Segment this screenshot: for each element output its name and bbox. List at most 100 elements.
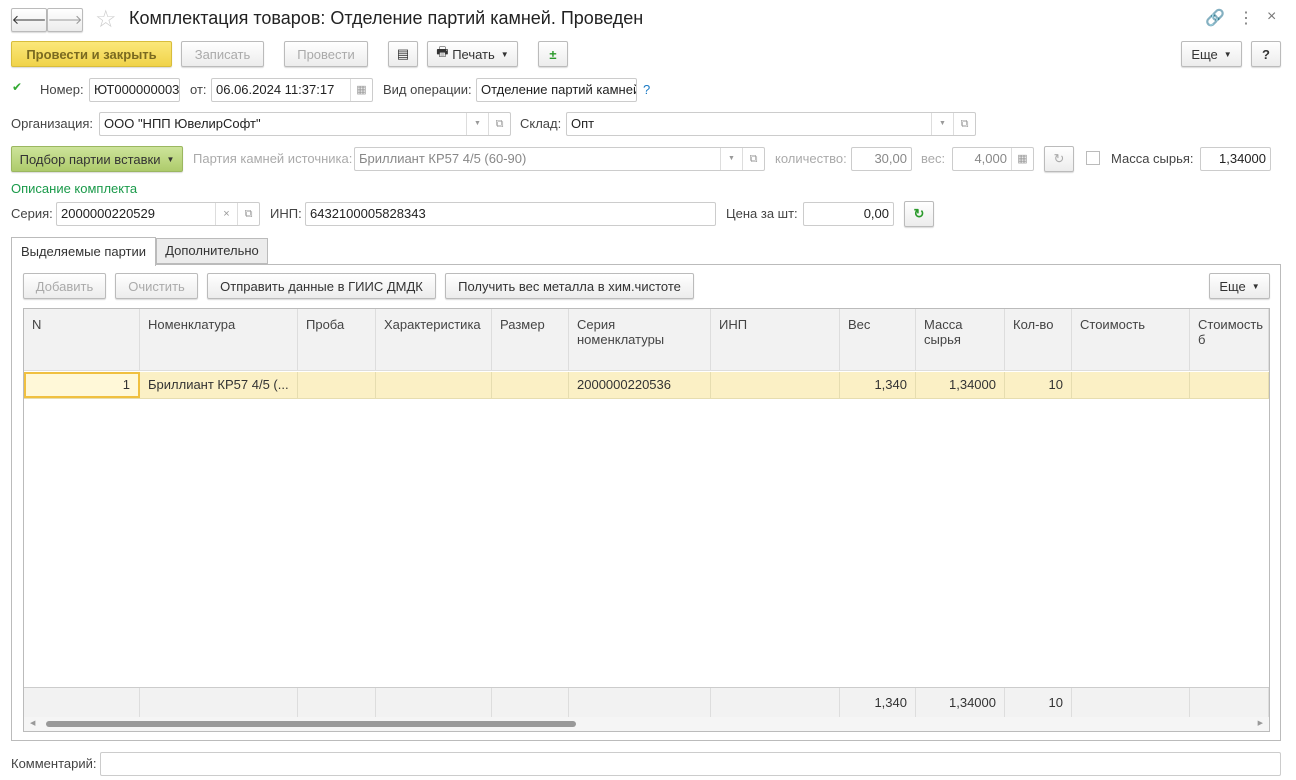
write-button[interactable]: Записать	[181, 41, 264, 67]
post-close-button[interactable]: Провести и закрыть	[11, 41, 172, 67]
cell-characteristic[interactable]	[376, 372, 492, 398]
operation-help-link[interactable]: ?	[643, 78, 650, 102]
get-metal-weight-button[interactable]: Получить вес металла в хим.чистоте	[445, 273, 694, 299]
cell-size[interactable]	[492, 372, 569, 398]
cell-nomenclature[interactable]: Бриллиант КР57 4/5 (...	[140, 372, 298, 398]
series-field[interactable]: 2000000220529 × ⧉	[56, 202, 260, 226]
column-header-n[interactable]: N	[24, 309, 140, 370]
back-button[interactable]: 🡐	[11, 8, 47, 32]
cell-cost[interactable]	[1072, 372, 1190, 398]
calendar-icon[interactable]: ▦	[350, 79, 372, 101]
dropdown-arrow-icon: ▼	[1251, 281, 1260, 291]
help-button[interactable]: ?	[1251, 41, 1281, 67]
date-field[interactable]: 06.06.2024 11:37:17 ▦	[211, 78, 373, 102]
open-icon[interactable]: ⧉	[237, 203, 259, 225]
clear-icon[interactable]: ×	[215, 203, 237, 225]
raw-mass-checkbox[interactable]	[1086, 151, 1100, 165]
more-button[interactable]: Еще ▼	[1181, 41, 1242, 67]
tab-allocated-batches[interactable]: Выделяемые партии	[11, 237, 156, 266]
posted-status-icon: ✔	[12, 80, 23, 94]
clear-button[interactable]: Очистить	[115, 273, 198, 299]
pick-batch-button[interactable]: Подбор партии вставки ▼	[11, 146, 183, 172]
dropdown-arrow-icon[interactable]: ▼	[466, 113, 488, 135]
dropdown-arrow-icon[interactable]: ▼	[931, 113, 953, 135]
table-row[interactable]: 1 Бриллиант КР57 4/5 (... 2000000220536 1,3…	[24, 372, 1269, 399]
weight-field[interactable]: 4,000 ▦	[952, 147, 1034, 171]
cell-n[interactable]: 1	[24, 372, 140, 398]
total-weight: 1,340	[840, 688, 916, 717]
total-quantity: 10	[1005, 688, 1072, 717]
forward-button[interactable]: 🡒	[47, 8, 83, 32]
raw-mass-field[interactable]: 1,34000	[1200, 147, 1271, 171]
print-button[interactable]: 🖶 Печать ▼	[427, 41, 518, 67]
total-n	[24, 688, 140, 717]
kit-section-title: Описание комплекта	[11, 181, 138, 196]
source-batch-field[interactable]: Бриллиант КР57 4/5 (60-90) ▼ ⧉	[354, 147, 765, 171]
column-header-nomenclature[interactable]: Номенклатура	[140, 309, 298, 370]
cell-proba[interactable]	[298, 372, 376, 398]
post-button[interactable]: Провести	[284, 41, 368, 67]
window-title: Комплектация товаров: Отделение партий к…	[129, 8, 644, 28]
cell-inp[interactable]	[711, 372, 840, 398]
structure-icon[interactable]: ±	[538, 41, 568, 67]
cell-cost-b[interactable]	[1190, 372, 1269, 398]
warehouse-field[interactable]: Опт ▼ ⧉	[566, 112, 976, 136]
cell-series[interactable]: 2000000220536	[569, 372, 711, 398]
calculator-icon[interactable]: ▦	[1011, 148, 1033, 170]
date-label: от:	[190, 82, 207, 97]
refresh-price-button[interactable]: ↻	[904, 201, 934, 227]
link-icon[interactable]: 🔗	[1205, 8, 1225, 28]
quantity-label: количество:	[775, 151, 847, 166]
column-header-inp[interactable]: ИНП	[711, 309, 840, 370]
organization-label: Организация:	[11, 116, 94, 131]
quantity-field[interactable]: 30,00	[851, 147, 912, 171]
refresh-button[interactable]: ↻	[1044, 146, 1074, 172]
scrollbar-thumb[interactable]	[46, 721, 576, 727]
inp-label: ИНП:	[270, 206, 302, 221]
weight-label: вес:	[921, 151, 946, 166]
cell-raw-mass[interactable]: 1,34000	[916, 372, 1005, 398]
column-header-cost[interactable]: Стоимость	[1072, 309, 1190, 370]
series-label: Серия:	[11, 206, 53, 221]
comment-field[interactable]	[100, 752, 1281, 776]
scroll-right-icon[interactable]: ▶	[1258, 717, 1263, 731]
dropdown-arrow-icon[interactable]: ▼	[720, 148, 742, 170]
total-nomenclature	[140, 688, 298, 717]
operation-field[interactable]: Отделение партий камней	[476, 78, 637, 102]
column-header-weight[interactable]: Вес	[840, 309, 916, 370]
send-giis-button[interactable]: Отправить данные в ГИИС ДМДК	[207, 273, 436, 299]
column-header-cost-b[interactable]: Стоимость б	[1190, 309, 1269, 370]
cell-weight[interactable]: 1,340	[840, 372, 916, 398]
column-header-characteristic[interactable]: Характеристика	[376, 309, 492, 370]
favorite-star-icon[interactable]: ☆	[95, 5, 117, 34]
open-icon[interactable]: ⧉	[953, 113, 975, 135]
table-header: N Номенклатура Проба Характеристика Размер Се…	[24, 309, 1269, 371]
source-batch-label: Партия камней источника:	[193, 151, 353, 166]
open-icon[interactable]: ⧉	[488, 113, 510, 135]
inp-field[interactable]: 6432100005828343	[305, 202, 716, 226]
dropdown-arrow-icon: ▼	[166, 154, 175, 164]
operation-label: Вид операции:	[383, 82, 472, 97]
column-header-series[interactable]: Серия номенклатуры	[569, 309, 711, 370]
printer-icon: 🖶	[436, 44, 453, 59]
column-header-quantity[interactable]: Кол-во	[1005, 309, 1072, 370]
tab-additional[interactable]: Дополнительно	[156, 238, 268, 264]
close-icon[interactable]: ×	[1267, 8, 1276, 26]
scroll-left-icon[interactable]: ◀	[30, 717, 35, 731]
add-button[interactable]: Добавить	[23, 273, 106, 299]
organization-field[interactable]: ООО "НПП ЮвелирСофт" ▼ ⧉	[99, 112, 511, 136]
open-icon[interactable]: ⧉	[742, 148, 764, 170]
total-raw-mass: 1,34000	[916, 688, 1005, 717]
column-header-size[interactable]: Размер	[492, 309, 569, 370]
cell-quantity[interactable]: 10	[1005, 372, 1072, 398]
column-header-proba[interactable]: Проба	[298, 309, 376, 370]
raw-mass-label: Масса сырья:	[1111, 151, 1194, 166]
table-footer: 1,340 1,34000 10	[24, 687, 1269, 717]
column-header-raw-mass[interactable]: Масса сырья	[916, 309, 1005, 370]
menu-dots-icon[interactable]: ⋮	[1238, 8, 1254, 28]
table-more-button[interactable]: Еще ▼	[1209, 273, 1270, 299]
report-icon[interactable]: ▤	[388, 41, 418, 67]
price-field[interactable]: 0,00	[803, 202, 894, 226]
horizontal-scrollbar[interactable]: ◀ ▶	[24, 717, 1269, 731]
number-field[interactable]: ЮТ000000003	[89, 78, 180, 102]
